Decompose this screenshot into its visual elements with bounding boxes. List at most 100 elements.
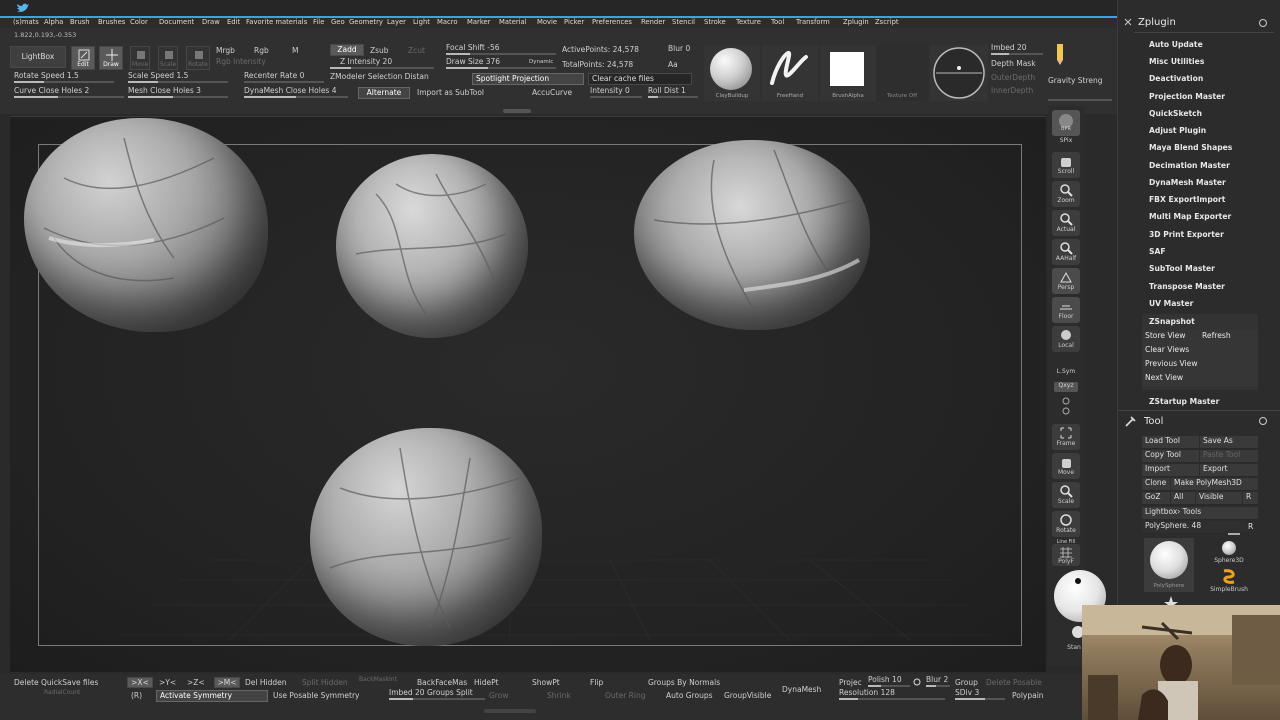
plugin-misc-utilities[interactable]: Misc Utilities	[1149, 57, 1204, 66]
menu-item[interactable]: Render	[641, 18, 665, 26]
menu-item[interactable]: Tool	[771, 18, 784, 26]
aahalf-button[interactable]: AAHalf	[1052, 239, 1080, 265]
tool-title[interactable]: Tool	[1144, 416, 1163, 427]
refresh-icon[interactable]	[1258, 416, 1268, 426]
import-subtool-button[interactable]: Import as SubTool	[417, 88, 484, 97]
outer-depth-slider[interactable]: OuterDepth	[991, 73, 1035, 82]
rotate-speed-slider[interactable]: Rotate Speed 1.5	[14, 71, 114, 83]
menu-item[interactable]: Zscript	[875, 18, 899, 26]
clear-cache-button[interactable]: Clear cache files	[588, 73, 692, 85]
menu-item[interactable]: Geometry	[349, 18, 383, 26]
menu-item[interactable]: Stroke	[704, 18, 726, 26]
sym-m-button[interactable]: >M<	[214, 677, 240, 688]
scale-speed-slider[interactable]: Scale Speed 1.5	[128, 71, 228, 83]
menu-item[interactable]: Geo	[331, 18, 345, 26]
menu-item[interactable]: Marker	[467, 18, 491, 26]
stroke-picker[interactable]: FreeHand	[762, 45, 818, 101]
alternate-button[interactable]: Alternate	[358, 87, 410, 99]
menu-item[interactable]: Color	[130, 18, 148, 26]
focal-shift-slider[interactable]: Focal Shift -56	[446, 43, 556, 55]
current-tool-r-button[interactable]: R	[1248, 522, 1253, 531]
copy-tool-button[interactable]: Copy Tool	[1142, 450, 1199, 463]
mrgb-toggle[interactable]: Mrgb	[216, 46, 235, 55]
imbed-groups-split[interactable]: Imbed 20 Groups Split	[389, 688, 485, 700]
plugin-quicksketch[interactable]: QuickSketch	[1149, 109, 1202, 118]
sdiv-slider[interactable]: SDiv 3	[955, 688, 1005, 700]
hidept-button[interactable]: HidePt	[474, 678, 499, 687]
goz-button[interactable]: GoZ	[1142, 492, 1170, 505]
save-as-button[interactable]: Save As	[1200, 436, 1258, 449]
scale-mode-button[interactable]: Scale	[158, 46, 178, 70]
resolution-slider[interactable]: Resolution 128	[839, 688, 945, 700]
radial-count-slider[interactable]: RadialCount	[44, 689, 80, 696]
polish-toggle-icon[interactable]	[913, 678, 921, 686]
plugin-decimation-master[interactable]: Decimation Master	[1149, 161, 1230, 170]
actual-button[interactable]: Actual	[1052, 210, 1080, 236]
plugin-uv-master[interactable]: UV Master	[1149, 299, 1193, 308]
dynamesh-button[interactable]: DynaMesh	[782, 685, 821, 694]
menu-item[interactable]: Macro	[437, 18, 458, 26]
use-posable-symmetry-button[interactable]: Use Posable Symmetry	[273, 691, 359, 700]
rotate-view-button[interactable]: Rotate	[1052, 511, 1080, 537]
delete-quicksave-button[interactable]: Delete QuickSave files	[14, 678, 98, 687]
depth-mask-toggle[interactable]: Depth Mask	[991, 59, 1036, 68]
menu-item[interactable]: Draw	[202, 18, 220, 26]
load-tool-button[interactable]: Load Tool	[1142, 436, 1199, 449]
inner-depth-slider[interactable]: InnerDepth	[991, 86, 1033, 95]
plugin-maya-blend-shapes[interactable]: Maya Blend Shapes	[1149, 143, 1232, 152]
goz-all-button[interactable]: All	[1171, 492, 1195, 505]
simplebrush-icon[interactable]	[1220, 567, 1238, 585]
draw-mode-button[interactable]: Draw	[99, 46, 123, 70]
dynamesh-close-holes-slider[interactable]: DynaMesh Close Holes 4	[244, 86, 348, 98]
zsnapshot-title[interactable]: ZSnapshot	[1149, 317, 1195, 326]
mesh-close-holes-slider[interactable]: Mesh Close Holes 3	[128, 86, 228, 98]
paste-tool-button[interactable]: Paste Tool	[1200, 450, 1258, 463]
bpr-button[interactable]: BPR	[1052, 110, 1080, 136]
menu-item[interactable]: Stencil	[672, 18, 695, 26]
next-view-button[interactable]: Next View	[1145, 373, 1183, 382]
menu-item[interactable]: (s)mats	[13, 18, 39, 26]
plugin-adjust-plugin[interactable]: Adjust Plugin	[1149, 126, 1206, 135]
menu-item[interactable]: Edit	[227, 18, 240, 26]
menu-item[interactable]: Movie	[537, 18, 557, 26]
menu-item[interactable]: Light	[413, 18, 430, 26]
menu-item[interactable]: Material	[499, 18, 527, 26]
sym-y-button[interactable]: >Y<	[159, 678, 176, 687]
menu-item[interactable]: Layer	[387, 18, 406, 26]
floor-button[interactable]: Floor	[1052, 297, 1080, 323]
qxyz-button[interactable]: Qxyz	[1054, 382, 1078, 392]
dynamic-toggle[interactable]: Dynamic	[529, 59, 553, 65]
plugin-saf[interactable]: SAF	[1149, 247, 1166, 256]
blur-slider[interactable]: Blur 0	[668, 44, 690, 53]
import-button[interactable]: Import	[1142, 464, 1199, 477]
zplugin-title[interactable]: Zplugin	[1138, 17, 1176, 28]
material-picker[interactable]	[930, 45, 988, 101]
backfacemas-button[interactable]: BackFaceMas	[417, 678, 467, 687]
menu-item[interactable]: Picker	[564, 18, 584, 26]
bottom-shelf-handle[interactable]	[484, 709, 536, 713]
sculpt-mesh-4[interactable]	[310, 428, 542, 646]
scroll-button[interactable]: Scroll	[1052, 152, 1080, 178]
menu-item[interactable]: File	[313, 18, 324, 26]
sculpt-mesh-3[interactable]	[634, 140, 870, 330]
roll-dist-slider[interactable]: Roll Dist 1	[648, 86, 698, 98]
projec-button[interactable]: Projec	[839, 678, 862, 687]
polypaint-button[interactable]: Polypain	[1012, 691, 1044, 700]
rgb-intensity-slider[interactable]: Rgb Intensity	[216, 57, 320, 69]
plugin-projection-master[interactable]: Projection Master	[1149, 92, 1225, 101]
plugin-deactivation[interactable]: Deactivation	[1149, 74, 1203, 83]
frame-button[interactable]: Frame	[1052, 424, 1080, 450]
menu-item[interactable]: Zplugin	[843, 18, 869, 26]
brush-picker[interactable]: ClayBuildup	[704, 45, 760, 101]
store-view-button[interactable]: Store View	[1145, 331, 1186, 340]
refresh-button[interactable]: Refresh	[1202, 331, 1231, 340]
polysphere-thumbnail[interactable]: PolySphere	[1144, 538, 1194, 592]
group-toggle[interactable]: Group	[955, 678, 978, 687]
clone-button[interactable]: Clone	[1142, 478, 1170, 491]
texture-picker[interactable]: Texture Off	[876, 45, 928, 101]
auto-groups-button[interactable]: Auto Groups	[666, 691, 713, 700]
menu-item[interactable]: Preferences	[592, 18, 632, 26]
plugin-dynamesh-master[interactable]: DynaMesh Master	[1149, 178, 1226, 187]
del-hidden-button[interactable]: Del Hidden	[245, 678, 286, 687]
menu-item[interactable]: Alpha	[44, 18, 63, 26]
